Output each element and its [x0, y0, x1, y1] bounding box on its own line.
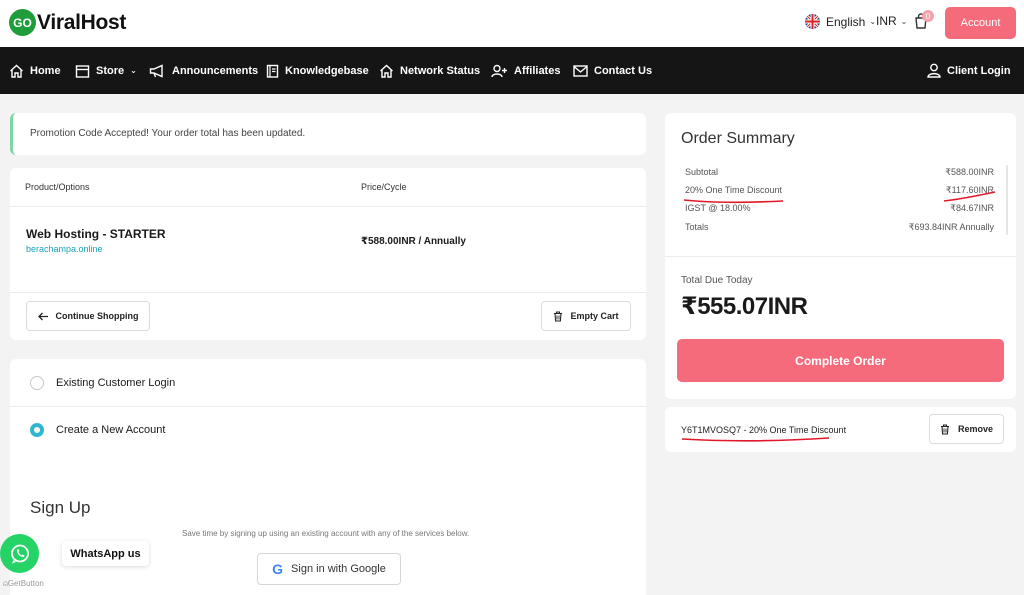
google-signin-button[interactable]: G Sign in with Google	[257, 553, 401, 585]
promo-success-alert: Promotion Code Accepted! Your order tota…	[10, 113, 646, 155]
user-plus-icon	[491, 64, 507, 77]
cart-table-header: Product/Options Price/Cycle	[10, 168, 646, 207]
nav-label: Knowledgebase	[285, 64, 369, 77]
nav-label: Network Status	[400, 64, 481, 77]
arrow-left-icon	[37, 312, 48, 320]
home-icon	[10, 64, 23, 78]
main-nav: Home Store ⌄ Announcements Knowledgebase…	[0, 47, 1024, 94]
trash-icon	[554, 310, 563, 322]
nav-item-store[interactable]: Store ⌄	[75, 47, 137, 94]
continue-shopping-button[interactable]: Continue Shopping	[26, 301, 150, 331]
nav-item-contact[interactable]: Contact Us	[573, 47, 652, 94]
logo-badge: GO	[9, 9, 36, 36]
remove-promo-label: Remove	[957, 424, 993, 434]
column-header-product: Product/Options	[25, 182, 90, 192]
language-label: English	[826, 14, 866, 29]
continue-shopping-label: Continue Shopping	[55, 311, 139, 321]
summary-row: 20% One Time Discount ₹117.60INR	[685, 185, 994, 196]
divider	[10, 292, 646, 293]
mail-icon	[573, 64, 588, 77]
store-icon	[75, 64, 90, 78]
account-button[interactable]: Account	[945, 7, 1016, 39]
applied-promo-code: Y6T1MVOSQ7 - 20% One Time Discount Remov…	[665, 407, 1016, 452]
cart-count-badge: 0	[922, 10, 934, 22]
whatsapp-tooltip: WhatsApp us	[62, 541, 149, 566]
chevron-down-icon: ⌄	[130, 66, 137, 75]
home-icon	[380, 64, 393, 78]
top-bar: GO ViralHost English ⌄ INR ⌄ 0 Account	[0, 0, 1024, 47]
remove-promo-button[interactable]: Remove	[929, 414, 1004, 444]
signup-title: Sign Up	[30, 498, 91, 517]
whatsapp-icon	[10, 544, 29, 563]
google-icon: G	[272, 561, 284, 577]
empty-cart-button[interactable]: Empty Cart	[541, 301, 631, 331]
total-due-amount: ₹555.07INR	[681, 293, 808, 320]
product-price: ₹588.00INR / Annually	[361, 236, 466, 247]
getbutton-credit[interactable]: ⍝GetButton	[3, 579, 44, 589]
megaphone-icon	[149, 63, 163, 78]
nav-item-affiliates[interactable]: Affiliates	[491, 47, 560, 94]
summary-label: Subtotal	[685, 167, 719, 177]
book-icon	[266, 64, 279, 78]
existing-customer-label: Existing Customer Login	[56, 376, 176, 389]
client-login-label: Client Login	[947, 64, 1011, 77]
order-summary: Order Summary Subtotal ₹588.00INR 20% On…	[665, 113, 1016, 399]
trash-icon	[940, 423, 949, 435]
nav-label: Home	[30, 64, 61, 77]
cart-panel: Product/Options Price/Cycle Web Hosting …	[10, 168, 646, 340]
nav-item-home[interactable]: Home	[9, 47, 61, 94]
uk-flag-icon	[805, 14, 820, 29]
user-icon	[927, 63, 941, 78]
summary-scrollbar[interactable]	[1006, 165, 1008, 235]
whatsapp-button[interactable]	[0, 534, 39, 573]
nav-item-network-status[interactable]: Network Status	[379, 47, 480, 94]
new-account-option[interactable]: Create a New Account	[10, 406, 646, 453]
existing-customer-option[interactable]: Existing Customer Login	[10, 359, 646, 406]
summary-value: ₹84.67INR	[950, 203, 994, 213]
summary-label: IGST @ 18.00%	[685, 203, 751, 213]
promo-alert-text: Promotion Code Accepted! Your order tota…	[30, 128, 306, 139]
total-due-label: Total Due Today	[681, 275, 753, 286]
radio-new-account[interactable]	[30, 422, 44, 437]
client-login-link[interactable]: Client Login	[927, 47, 1011, 94]
summary-row: IGST @ 18.00% ₹84.67INR	[685, 203, 994, 214]
radio-existing-customer[interactable]	[30, 375, 44, 390]
summary-label: Totals	[685, 222, 709, 232]
summary-value: ₹693.84INR Annually	[908, 222, 994, 232]
summary-row: Subtotal ₹588.00INR	[685, 167, 994, 178]
summary-value: ₹588.00INR	[945, 167, 994, 177]
nav-label: Announcements	[172, 64, 259, 77]
column-header-price: Price/Cycle	[361, 182, 407, 192]
nav-item-knowledgebase[interactable]: Knowledgebase	[266, 47, 369, 94]
order-summary-title: Order Summary	[681, 130, 795, 147]
divider	[665, 256, 1016, 257]
empty-cart-label: Empty Cart	[570, 311, 619, 321]
nav-item-announcements[interactable]: Announcements	[149, 47, 258, 94]
summary-value: ₹117.60INR	[945, 185, 994, 195]
new-account-label: Create a New Account	[56, 423, 166, 436]
complete-order-button[interactable]: Complete Order	[677, 339, 1004, 382]
product-domain: berachampa.online	[26, 244, 103, 254]
product-name: Web Hosting - STARTER	[26, 227, 166, 241]
signup-subtitle: Save time by signing up using an existin…	[182, 529, 470, 538]
nav-label: Affiliates	[514, 64, 561, 77]
promo-code-text: Y6T1MVOSQ7 - 20% One Time Discount	[681, 425, 847, 435]
site-logo[interactable]: GO ViralHost	[9, 9, 126, 36]
currency-selector[interactable]: INR ⌄	[876, 14, 907, 28]
currency-label: INR	[876, 14, 897, 28]
summary-row: Totals ₹693.84INR Annually	[685, 222, 994, 233]
google-signin-label: Sign in with Google	[291, 563, 386, 575]
chevron-down-icon: ⌄	[900, 16, 908, 26]
logo-text: ViralHost	[37, 10, 127, 34]
nav-label: Store	[96, 64, 125, 77]
language-selector[interactable]: English ⌄	[805, 14, 876, 29]
nav-label: Contact Us	[594, 64, 653, 77]
summary-label: 20% One Time Discount	[685, 185, 783, 195]
getbutton-credit-label: GetButton	[7, 579, 44, 588]
